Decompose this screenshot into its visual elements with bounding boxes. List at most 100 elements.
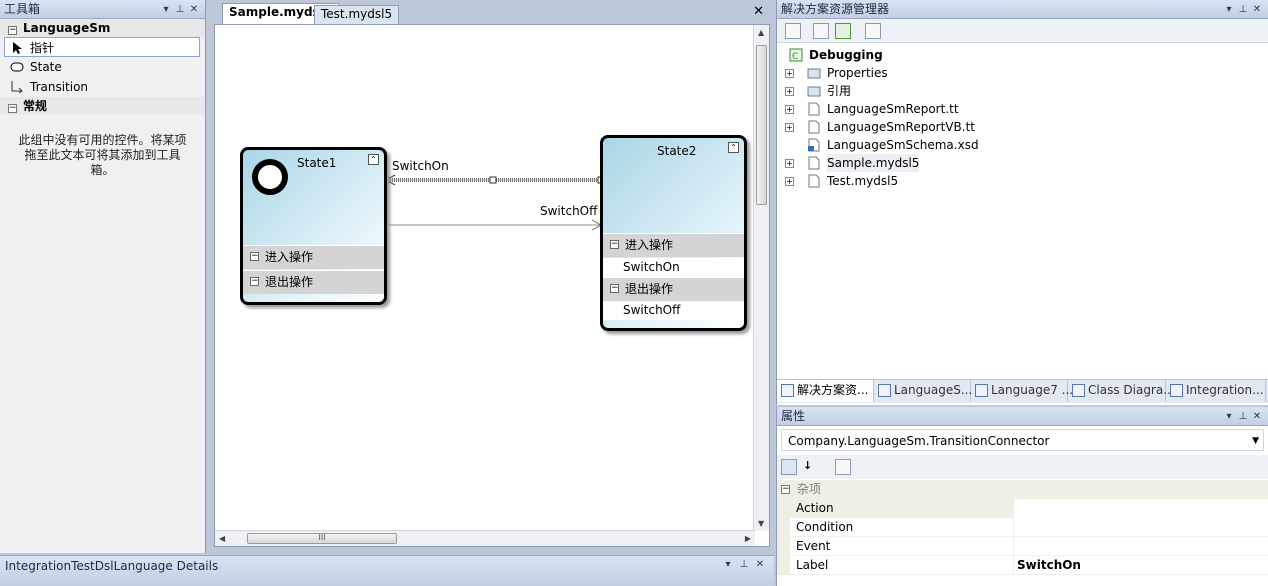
properties-icon[interactable]: [785, 23, 801, 39]
tab-solution-explorer[interactable]: 解决方案资...: [777, 380, 874, 402]
tab-class-diagram[interactable]: Class Diagra...: [1068, 380, 1175, 402]
expand-icon[interactable]: +: [785, 123, 794, 132]
expand-icon[interactable]: +: [785, 105, 794, 114]
dropdown-icon[interactable]: ▾: [1222, 407, 1236, 426]
tab-label: Integration...: [1186, 383, 1264, 397]
tree-item-properties[interactable]: + Properties: [777, 64, 1268, 82]
scroll-thumb[interactable]: [756, 45, 767, 205]
collapse-icon[interactable]: −: [8, 26, 17, 35]
dropdown-icon[interactable]: ▾: [159, 0, 173, 19]
selection-handle[interactable]: [489, 176, 497, 184]
toolbox-item-state[interactable]: State: [0, 57, 205, 77]
close-document-icon[interactable]: ✕: [753, 4, 764, 19]
connector-label-switchon[interactable]: SwitchOn: [392, 159, 449, 173]
state-name[interactable]: State1: [297, 156, 336, 170]
details-panel-bar[interactable]: IntegrationTestDslLanguage Details ▾ ⊥ ✕: [0, 555, 774, 586]
tree-item-file[interactable]: LanguageSmSchema.xsd: [777, 136, 1268, 154]
property-row-condition[interactable]: Condition: [777, 518, 1268, 537]
tree-label: LanguageSmSchema.xsd: [827, 138, 979, 152]
close-icon[interactable]: ✕: [187, 0, 201, 19]
property-value[interactable]: SwitchOn: [1017, 556, 1081, 575]
pin-icon[interactable]: ⊥: [736, 559, 752, 570]
dropdown-icon[interactable]: ▾: [1222, 0, 1236, 19]
collapse-icon[interactable]: −: [781, 485, 790, 494]
toolbox-empty-message: 此组中没有可用的控件。将某项拖至此文本可将其添加到工具箱。: [18, 133, 187, 177]
collapse-shape-icon[interactable]: ⌃: [368, 154, 379, 165]
property-pages-icon[interactable]: [835, 459, 851, 475]
expand-icon[interactable]: +: [785, 69, 794, 78]
properties-title: 属性: [781, 409, 806, 423]
toolbox-group-languagesm[interactable]: − LanguageSm: [0, 19, 205, 37]
tree-item-file[interactable]: + Sample.mydsl5: [777, 154, 1268, 172]
collapse-icon[interactable]: −: [610, 284, 619, 293]
tree-item-file[interactable]: + LanguageSmReport.tt: [777, 100, 1268, 118]
toolbox-panel: 工具箱 ▾ ⊥ ✕ − LanguageSm 指针 State Transition …: [0, 0, 206, 553]
connector-label-switchoff[interactable]: SwitchOff: [540, 204, 597, 218]
pin-icon[interactable]: ⊥: [173, 0, 187, 19]
property-row-action[interactable]: Action: [777, 499, 1268, 518]
exit-action-item[interactable]: SwitchOff: [603, 301, 744, 320]
folder-icon: [807, 68, 821, 79]
dropdown-icon[interactable]: ▾: [720, 559, 736, 570]
collapse-icon[interactable]: −: [610, 240, 619, 249]
tab-label: 解决方案资...: [797, 383, 869, 397]
refresh-icon[interactable]: [835, 23, 851, 39]
tab-label: LanguageS...: [894, 383, 973, 397]
file-icon: [808, 120, 820, 134]
toolbox-item-pointer[interactable]: 指针: [4, 37, 200, 57]
show-all-files-icon[interactable]: [813, 23, 829, 39]
close-icon[interactable]: ✕: [1250, 407, 1264, 426]
close-icon[interactable]: ✕: [752, 559, 768, 570]
scroll-up-icon[interactable]: ▲: [758, 28, 764, 37]
object-selector[interactable]: Company.LanguageSm.TransitionConnector ▼: [781, 429, 1264, 451]
view-code-icon[interactable]: [865, 23, 881, 39]
tree-item-file[interactable]: + LanguageSmReportVB.tt: [777, 118, 1268, 136]
tree-item-references[interactable]: + 引用: [777, 82, 1268, 100]
entry-actions-compartment[interactable]: − 进入操作: [603, 233, 744, 257]
collapse-shape-icon[interactable]: ⌃: [728, 142, 739, 153]
property-row-label[interactable]: Label SwitchOn: [777, 556, 1268, 575]
toolbox-item-label: 指针: [30, 41, 55, 55]
categorized-icon[interactable]: [781, 459, 797, 475]
tab-language7[interactable]: Language7 ...: [971, 380, 1073, 402]
entry-action-item[interactable]: SwitchOn: [603, 258, 744, 277]
state-shape-state1[interactable]: State1 ⌃ − 进入操作 − 退出操作: [240, 147, 387, 305]
tab-integration[interactable]: Integration...: [1166, 380, 1266, 402]
horizontal-scrollbar[interactable]: ◀ III ▶: [215, 530, 755, 546]
tree-item-project[interactable]: C Debugging: [777, 46, 1268, 64]
expand-icon[interactable]: +: [785, 87, 794, 96]
category-misc[interactable]: − 杂项: [777, 480, 1268, 499]
property-value[interactable]: [1014, 499, 1268, 518]
close-icon[interactable]: ✕: [1250, 0, 1264, 19]
state-name[interactable]: State2: [657, 144, 696, 158]
collapse-icon[interactable]: −: [250, 277, 259, 286]
tab-test-mydsl5[interactable]: Test.mydsl5: [314, 5, 400, 24]
pin-icon[interactable]: ⊥: [1236, 0, 1250, 19]
scroll-right-icon[interactable]: ▶: [745, 534, 751, 543]
chevron-down-icon[interactable]: ▼: [1252, 430, 1259, 452]
entry-actions-compartment[interactable]: − 进入操作: [243, 245, 384, 269]
diagram-canvas[interactable]: SwitchOn SwitchOff State1 ⌃ − 进入操作 − 退出操作 …: [214, 24, 770, 547]
toolbox-item-transition[interactable]: Transition: [0, 77, 205, 97]
toolbox-title-bar: 工具箱 ▾ ⊥ ✕: [0, 0, 205, 19]
scroll-left-icon[interactable]: ◀: [219, 534, 225, 543]
state-shape-state2[interactable]: State2 ⌃ − 进入操作 SwitchOn − 退出操作 SwitchOff: [600, 135, 747, 331]
vertical-scrollbar[interactable]: ▲ ▼: [753, 25, 769, 531]
property-row-event[interactable]: Event: [777, 537, 1268, 556]
collapse-icon[interactable]: −: [250, 252, 259, 261]
toolbox-group-general[interactable]: − 常规: [0, 97, 205, 115]
expand-icon[interactable]: +: [785, 177, 794, 186]
exit-actions-compartment[interactable]: − 退出操作: [243, 270, 384, 294]
collapse-icon[interactable]: −: [8, 104, 17, 113]
alphabetical-icon[interactable]: ↓: [803, 459, 819, 475]
scroll-down-icon[interactable]: ▼: [758, 519, 764, 528]
tree-label: LanguageSmReport.tt: [827, 102, 959, 116]
compartment-label: 进入操作: [265, 250, 314, 264]
pin-icon[interactable]: ⊥: [1236, 407, 1250, 426]
scroll-thumb[interactable]: III: [247, 533, 397, 544]
exit-actions-compartment[interactable]: − 退出操作: [603, 277, 744, 301]
tab-languagesm[interactable]: LanguageS...: [874, 380, 973, 402]
category-label: 杂项: [797, 482, 822, 496]
tree-item-file[interactable]: + Test.mydsl5: [777, 172, 1268, 190]
expand-icon[interactable]: +: [785, 159, 794, 168]
